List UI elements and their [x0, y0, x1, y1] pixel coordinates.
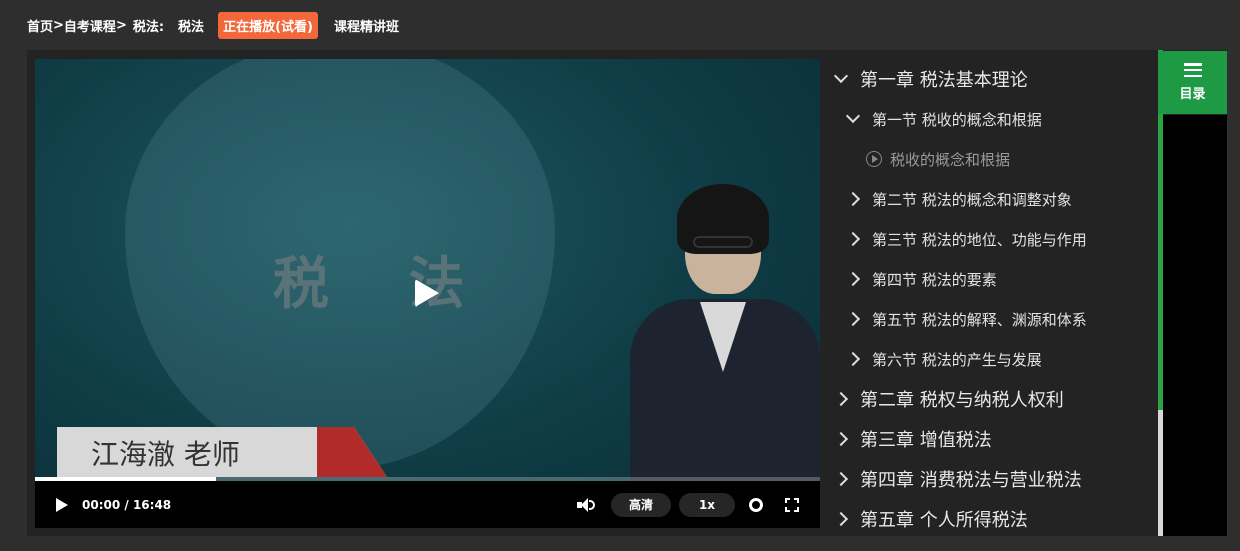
breadcrumb-separator: > [115, 17, 127, 33]
catalog-list: 第一章 税法基本理论第一节 税收的概念和根据税收的概念和根据第二节 税法的概念和… [820, 59, 1158, 528]
chevron-right-icon [833, 391, 849, 407]
catalog-item-label: 第三节 税法的地位、功能与作用 [872, 230, 1087, 249]
catalog-item-label: 第五节 税法的解释、渊源和体系 [872, 310, 1087, 329]
chevron-right-icon [833, 511, 849, 527]
chevron-right-icon [833, 431, 849, 447]
breadcrumb-subject[interactable]: 税法 [178, 16, 204, 35]
catalog-item-label: 第二章 税权与纳税人权利 [860, 390, 1064, 411]
catalog-toggle-label: 目录 [1179, 87, 1206, 102]
section-item[interactable]: 第二节 税法的概念和调整对象 [845, 179, 1072, 219]
chapter-item[interactable]: 第四章 消费税法与营业税法 [833, 459, 1082, 499]
video-player[interactable]: 税 法 江海澈 老师 00:00 / 16:48 高清 1x [35, 59, 820, 528]
chevron-right-icon [845, 311, 861, 327]
catalog-item-label: 税收的概念和根据 [890, 150, 1011, 169]
chapter-item[interactable]: 第五章 个人所得税法 [833, 499, 1028, 528]
section-item[interactable]: 第三节 税法的地位、功能与作用 [845, 219, 1087, 259]
chevron-right-icon [845, 231, 861, 247]
play-button-icon[interactable] [56, 497, 68, 512]
chevron-right-icon [845, 351, 861, 367]
chapter-item[interactable]: 第二章 税权与纳税人权利 [833, 379, 1064, 419]
slide-title: 税 法 [273, 252, 495, 317]
time-separator: / [120, 497, 133, 512]
catalog-item-label: 第五章 个人所得税法 [860, 510, 1028, 528]
side-panel [1163, 115, 1227, 536]
time-display: 00:00 / 16:48 [82, 498, 171, 512]
breadcrumb-separator: > [53, 17, 64, 33]
quality-button[interactable]: 高清 [611, 492, 671, 517]
breadcrumb-home[interactable]: 首页 [27, 16, 53, 35]
chapter-item[interactable]: 第三章 增值税法 [833, 419, 992, 459]
section-item[interactable]: 第五节 税法的解释、渊源和体系 [845, 299, 1087, 339]
volume-icon[interactable] [577, 497, 597, 512]
breadcrumb: 首页 > 自考课程 > 税法: 税法 正在播放(试看) 课程精讲班 [0, 0, 1240, 50]
gear-icon[interactable] [749, 497, 763, 512]
chapter-item[interactable]: 第一章 税法基本理论 [833, 59, 1028, 99]
catalog-item-label: 第四章 消费税法与营业税法 [860, 470, 1082, 491]
teacher-glasses [693, 236, 753, 248]
section-item[interactable]: 第一节 税收的概念和根据 [845, 99, 1042, 139]
speed-button[interactable]: 1x [679, 492, 735, 517]
chevron-right-icon [845, 271, 861, 287]
chevron-down-icon [845, 108, 861, 124]
play-icon[interactable] [415, 279, 439, 307]
section-item[interactable]: 第四节 税法的要素 [845, 259, 997, 299]
catalog-toggle-button[interactable]: 目录 [1158, 51, 1227, 114]
chevron-right-icon [833, 471, 849, 487]
catalog-item-label: 第三章 增值税法 [860, 430, 992, 451]
player-container: 税 法 江海澈 老师 00:00 / 16:48 高清 1x 第一章 税法基本理… [27, 50, 1227, 536]
catalog-item-label: 第一节 税收的概念和根据 [872, 110, 1042, 129]
catalog-item-label: 第一章 税法基本理论 [860, 70, 1028, 91]
now-playing-badge: 正在播放(试看) [218, 11, 318, 39]
duration: 16:48 [132, 497, 172, 512]
teacher-name: 江海澈 老师 [91, 438, 240, 471]
teacher-nameplate: 江海澈 老师 [57, 427, 387, 477]
control-bar: 00:00 / 16:48 高清 1x [35, 481, 820, 528]
breadcrumb-category[interactable]: 自考课程 [64, 16, 116, 35]
catalog-item-label: 第二节 税法的概念和调整对象 [872, 190, 1072, 209]
chevron-down-icon [833, 68, 849, 84]
current-time: 00:00 [82, 497, 121, 512]
menu-icon [1183, 63, 1202, 77]
catalog-item-label: 第六节 税法的产生与发展 [872, 350, 1042, 369]
fullscreen-icon[interactable] [785, 497, 799, 512]
lesson-item[interactable]: 税收的概念和根据 [866, 139, 1010, 179]
section-item[interactable]: 第六节 税法的产生与发展 [845, 339, 1042, 379]
chevron-right-icon [845, 191, 861, 207]
breadcrumb-course[interactable]: 课程精讲班 [334, 16, 399, 35]
play-circle-icon [866, 151, 882, 167]
catalog-item-label: 第四节 税法的要素 [872, 270, 997, 289]
breadcrumb-subject-label: 税法: [132, 19, 165, 35]
